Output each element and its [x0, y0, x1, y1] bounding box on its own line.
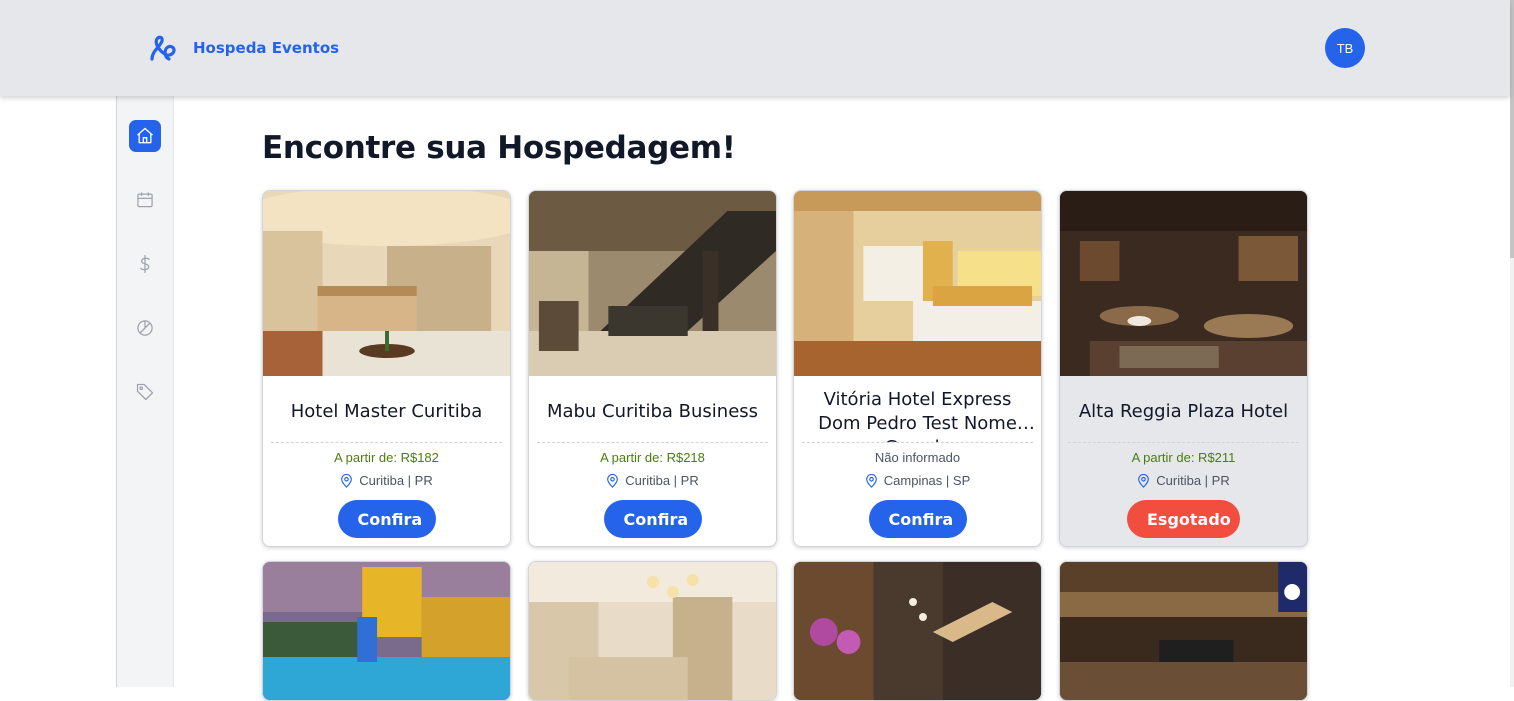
hotel-photo: [529, 562, 776, 700]
page-title: Encontre sua Hospedagem!: [262, 130, 736, 166]
brand-name: Hospeda Eventos: [193, 39, 340, 57]
map-pin-icon: [607, 473, 619, 488]
hotel-price: A partir de: R$182: [334, 450, 439, 465]
dollar-icon: [140, 255, 150, 273]
hotel-name: Alta Reggia Plaza Hotel: [1068, 381, 1299, 443]
hotel-card[interactable]: [1059, 561, 1308, 701]
confira-button[interactable]: Confira: [868, 500, 967, 538]
hotel-price: Não informado: [874, 450, 961, 465]
hotel-location: Curitiba | PR: [529, 473, 776, 488]
hotel-location: Curitiba | PR: [263, 473, 510, 488]
hotel-card[interactable]: Vitória Hotel Express Dom Pedro Test Nom…: [793, 190, 1042, 547]
hotel-card[interactable]: [528, 561, 777, 701]
brand-logo-icon: [150, 35, 176, 61]
hotel-location-text: Curitiba | PR: [1156, 473, 1230, 488]
hotel-location-text: Campinas | SP: [883, 473, 971, 488]
confira-button[interactable]: Confira: [603, 500, 702, 538]
hotel-price: A partir de: R$218: [600, 450, 705, 465]
hotel-card[interactable]: Hotel Master Curitiba A partir de: R$182…: [262, 190, 511, 547]
avatar[interactable]: TB: [1325, 28, 1365, 68]
hotel-photo: [794, 191, 1041, 376]
hotel-card[interactable]: Mabu Curitiba Business A partir de: R$21…: [528, 190, 777, 547]
esgotado-button[interactable]: Esgotado: [1127, 500, 1240, 538]
sidebar: [116, 96, 174, 687]
hotel-card[interactable]: Alta Reggia Plaza Hotel A partir de: R$2…: [1059, 190, 1308, 547]
hotel-location-text: Curitiba | PR: [359, 473, 433, 488]
pie-chart-icon: [137, 320, 153, 336]
hotel-card[interactable]: [793, 561, 1042, 701]
hotel-photo: [1060, 191, 1307, 376]
top-bar: Hospeda Eventos TB: [0, 0, 1510, 96]
hotel-photo: [263, 191, 510, 376]
sidebar-item-home[interactable]: [129, 120, 161, 152]
confira-button[interactable]: Confira: [337, 500, 436, 538]
hotel-photo: [263, 562, 510, 700]
sidebar-item-calendar[interactable]: [129, 184, 161, 216]
hotel-name: Vitória Hotel Express Dom Pedro Test Nom…: [802, 381, 1033, 443]
hotel-location-text: Curitiba | PR: [625, 473, 699, 488]
brand[interactable]: Hospeda Eventos: [148, 33, 339, 63]
hotel-location: Curitiba | PR: [1060, 473, 1307, 488]
calendar-icon: [137, 192, 153, 208]
hotel-name: Hotel Master Curitiba: [271, 381, 502, 443]
map-pin-icon: [341, 473, 353, 488]
sidebar-item-tags[interactable]: [129, 376, 161, 408]
hotel-photo: [529, 191, 776, 376]
hotel-name: Mabu Curitiba Business: [537, 381, 768, 443]
map-pin-icon: [865, 473, 877, 488]
home-icon: [137, 127, 153, 144]
hotel-card[interactable]: [262, 561, 511, 701]
map-pin-icon: [1138, 473, 1150, 488]
sidebar-item-reports[interactable]: [129, 312, 161, 344]
hotel-photo: [1060, 562, 1307, 700]
hotel-photo: [794, 562, 1041, 700]
scrollbar-thumb[interactable]: [1510, 0, 1514, 258]
tag-icon: [136, 383, 154, 401]
hotel-price: A partir de: R$211: [1131, 450, 1236, 465]
hotel-location: Campinas | SP: [794, 473, 1041, 488]
sidebar-item-finance[interactable]: [129, 248, 161, 280]
